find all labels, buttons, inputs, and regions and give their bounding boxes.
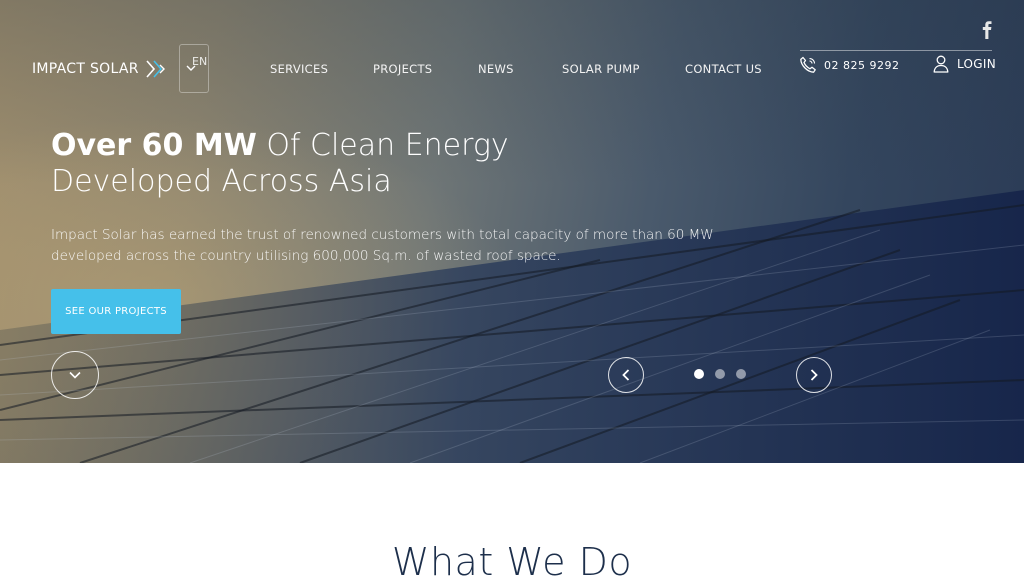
- chevron-right-icon: [810, 369, 818, 381]
- hero-subtext: Impact Solar has earned the trust of ren…: [51, 227, 714, 264]
- user-icon: [933, 55, 949, 73]
- nav-item-services[interactable]: SERVICES: [270, 62, 328, 76]
- nav-item-contact-us[interactable]: CONTACT US: [685, 62, 762, 76]
- hero-banner: IMPACT SOLAR EN SERVICES PROJECTS NEWS S…: [0, 0, 1024, 463]
- facebook-icon[interactable]: [981, 21, 993, 39]
- slider-dot-1[interactable]: [694, 369, 704, 379]
- login-label: LOGIN: [957, 57, 997, 71]
- logo-text: IMPACT SOLAR: [32, 61, 139, 77]
- headline-bold: Over 60 MW: [51, 128, 257, 163]
- nav-item-news[interactable]: NEWS: [478, 62, 514, 76]
- slider-next-button[interactable]: [796, 357, 832, 393]
- headline-line-2: Developed Across Asia: [51, 164, 392, 199]
- login-link[interactable]: LOGIN: [933, 55, 996, 73]
- phone-icon: [800, 56, 816, 73]
- header-divider: [800, 50, 992, 51]
- chevron-left-icon: [622, 369, 630, 381]
- slider-prev-button[interactable]: [608, 357, 644, 393]
- logo[interactable]: IMPACT SOLAR: [32, 58, 169, 80]
- chevron-down-icon: [69, 371, 81, 379]
- section-title: What We Do: [391, 540, 633, 576]
- slider-dot-3[interactable]: [736, 369, 746, 379]
- phone-number: 02 825 9292: [824, 58, 900, 72]
- chevron-down-icon: [186, 65, 196, 71]
- nav-item-solar-pump[interactable]: SOLAR PUMP: [562, 62, 640, 76]
- headline-rest: Of Clean Energy: [256, 128, 509, 163]
- slider-dot-2[interactable]: [715, 369, 725, 379]
- phone-contact[interactable]: 02 825 9292: [799, 56, 899, 74]
- logo-chevrons-icon: [146, 60, 165, 78]
- see-our-projects-button[interactable]: SEE OUR PROJECTS: [51, 289, 181, 334]
- language-selector[interactable]: EN: [179, 44, 209, 93]
- nav-item-projects[interactable]: PROJECTS: [373, 62, 432, 76]
- scroll-down-button[interactable]: [51, 351, 99, 399]
- hero-headline: Over 60 MW Of Clean Energy Developed Acr…: [51, 128, 509, 200]
